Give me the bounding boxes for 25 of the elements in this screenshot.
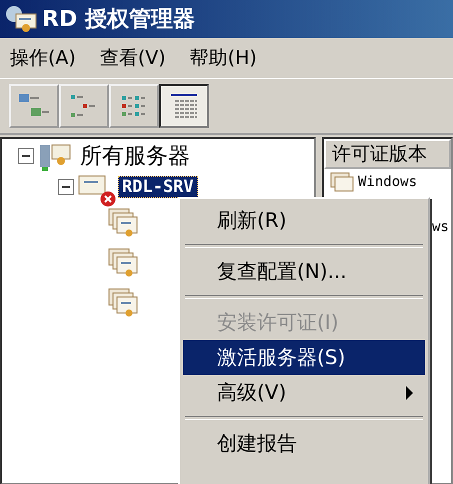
small-icons-button[interactable] (59, 84, 109, 128)
certificates-icon (108, 208, 140, 238)
details-view-button[interactable] (159, 84, 209, 128)
column-header[interactable]: 许可证版本 (324, 139, 451, 169)
menu-item[interactable]: 刷新(R) (183, 203, 425, 238)
menu-item[interactable]: 高级(V) (183, 375, 425, 410)
server-certificate-icon (4, 4, 38, 34)
menu-item[interactable]: 创建报告 (183, 426, 425, 461)
tree-item[interactable]: 所有服务器 (76, 140, 194, 172)
collapse-toggle[interactable] (58, 178, 74, 194)
tree-item[interactable]: RDL-SRV (118, 176, 198, 198)
certificates-icon (108, 248, 140, 278)
menu-item[interactable]: 操作(A) (10, 45, 76, 71)
window-title: RD 授权管理器 (42, 6, 195, 34)
list-item[interactable]: Windows (358, 174, 418, 190)
certificates-icon (330, 172, 354, 192)
menu-item[interactable]: 复查配置(N)... (183, 254, 425, 289)
certificates-icon (108, 288, 140, 318)
submenu-arrow-icon (406, 386, 413, 400)
menu-item[interactable]: 帮助(H) (190, 45, 257, 71)
menu-item[interactable]: 激活服务器(S) (183, 340, 425, 375)
menu-item[interactable]: 查看(V) (100, 45, 166, 71)
collapse-toggle[interactable] (18, 148, 34, 164)
large-icons-button[interactable] (9, 84, 59, 128)
list-item[interactable]: ws (432, 219, 449, 235)
